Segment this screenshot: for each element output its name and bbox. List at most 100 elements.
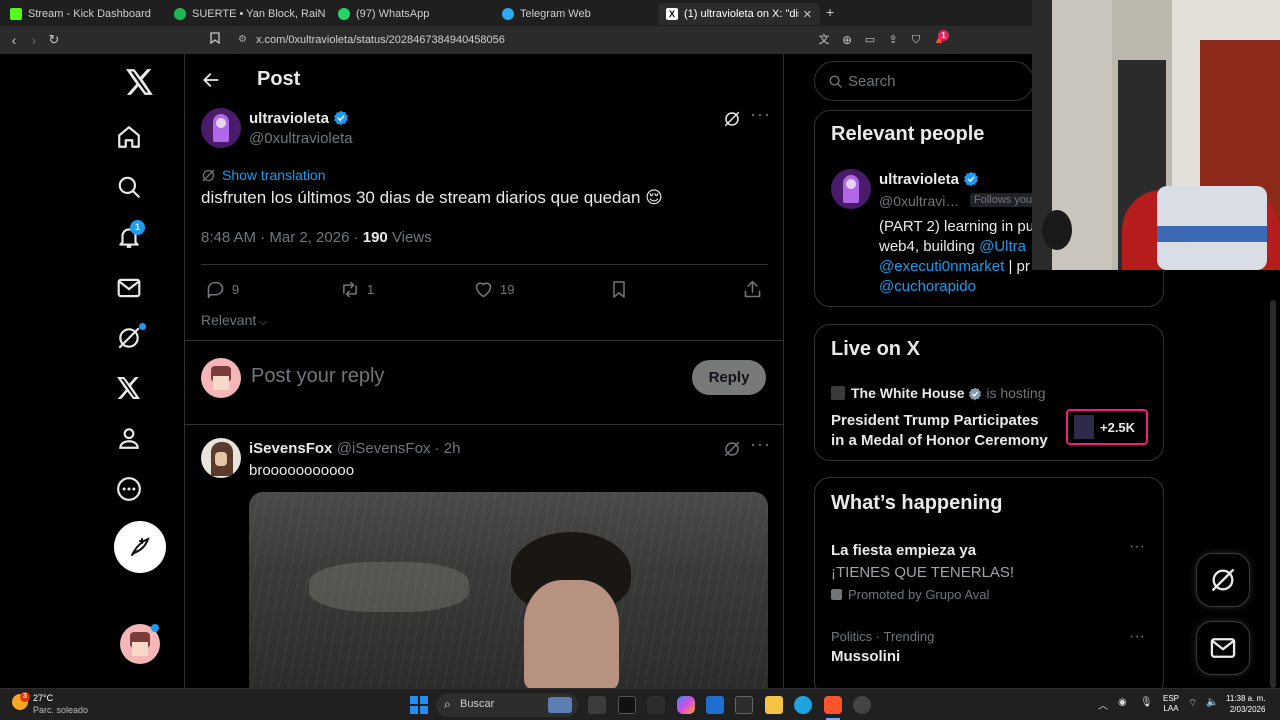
tab-label: (1) ultravioleta on X: "disfruten l… <box>684 8 799 20</box>
close-tab-icon[interactable]: ✕ <box>803 8 812 21</box>
forward-arrow-icon[interactable]: › <box>25 26 43 54</box>
reply-author-name[interactable]: iSevensFox <box>249 440 332 457</box>
taskbar-search[interactable]: ⌕ Buscar <box>436 693 578 717</box>
scrollbar[interactable] <box>1270 300 1276 688</box>
author-handle[interactable]: @0xultravioleta <box>249 130 353 147</box>
reply-author-avatar[interactable] <box>201 438 241 478</box>
trend1-title[interactable]: La fiesta empieza ya <box>831 542 976 559</box>
bio-mention[interactable]: @executi0nmarket <box>879 258 1004 275</box>
grok-floating-button[interactable] <box>1196 553 1250 607</box>
store-icon[interactable] <box>706 696 724 714</box>
compose-post-button[interactable] <box>114 521 166 573</box>
new-tab-button[interactable]: + <box>826 4 834 20</box>
show-translation-link[interactable]: Show translation <box>201 167 326 183</box>
bookmark-icon[interactable] <box>206 26 224 54</box>
reply-input[interactable]: Post your reply <box>251 365 384 388</box>
trend1-subtitle[interactable]: ¡TIENES QUE TENERLAS! <box>831 564 1014 581</box>
more-options-icon[interactable]: ··· <box>750 104 771 125</box>
obs-icon[interactable] <box>853 696 871 714</box>
tab-kick[interactable]: Stream - Kick Dashboard <box>2 3 162 25</box>
reply-media-image[interactable] <box>249 492 768 688</box>
messages-icon[interactable] <box>112 271 146 305</box>
reply-more-icon[interactable]: ··· <box>750 434 771 455</box>
task-view-icon[interactable] <box>588 696 606 714</box>
tab-spotify[interactable]: SUERTE • Yan Block, RaiNao, Slow <box>166 3 326 25</box>
author-avatar[interactable] <box>201 108 241 148</box>
reply-action[interactable]: 9 <box>205 279 239 300</box>
tray-chevron-icon[interactable]: ︿ <box>1098 697 1108 712</box>
search-input[interactable]: Search <box>848 73 896 90</box>
author-name-row[interactable]: ultravioleta <box>249 110 349 128</box>
zoom-icon[interactable]: ⊕ <box>838 26 856 54</box>
wifi-icon[interactable]: ⌔ <box>1188 697 1197 710</box>
x-logo-icon[interactable] <box>122 64 158 100</box>
share-icon[interactable]: ⇪ <box>884 26 902 54</box>
search-box[interactable]: Search <box>814 61 1034 101</box>
relevant-people-title: Relevant people <box>831 123 985 145</box>
cast-icon[interactable]: ▭ <box>861 26 879 54</box>
reply-button[interactable]: Reply <box>692 360 766 395</box>
weather-badge: 3 <box>20 692 30 702</box>
snip-icon[interactable] <box>647 696 665 714</box>
windows-start-icon[interactable] <box>410 696 428 714</box>
premium-x-icon[interactable] <box>112 371 146 405</box>
live-host-name[interactable]: The White House <box>851 385 965 401</box>
grok-post-icon[interactable] <box>723 110 741 133</box>
bio-line: (PART 2) learning in pu <box>879 218 1035 235</box>
site-info-icon[interactable]: ⚙ <box>238 30 247 50</box>
tab-label: (97) WhatsApp <box>356 8 430 20</box>
listener-avatar <box>1074 415 1094 439</box>
post-time[interactable]: 8:48 AM · Mar 2, 2026 · <box>201 229 363 246</box>
app-icon[interactable] <box>618 696 636 714</box>
search-icon[interactable] <box>112 170 146 204</box>
language-indicator[interactable]: ESP LAA <box>1163 694 1179 714</box>
tab-x-active[interactable]: X (1) ultravioleta on X: "disfruten l… ✕ <box>658 3 820 25</box>
profile-icon[interactable] <box>112 421 146 455</box>
bio-mention[interactable]: @cuchorapido <box>879 277 1039 297</box>
trend2-more-icon[interactable]: ··· <box>1129 628 1145 646</box>
clock[interactable]: 11:38 a. m. 2/03/2026 <box>1226 693 1265 715</box>
copilot-icon[interactable] <box>677 696 695 714</box>
repost-action[interactable]: 1 <box>339 279 374 300</box>
home-icon[interactable] <box>112 120 146 154</box>
live-listeners-badge[interactable]: +2.5K <box>1066 409 1148 445</box>
white-house-avatar <box>831 386 845 400</box>
reload-icon[interactable]: ↻ <box>45 26 63 54</box>
reply-icon <box>207 281 224 299</box>
person-name-row[interactable]: ultravioleta <box>879 171 979 189</box>
live-title: Live on X <box>831 338 920 360</box>
microphone-icon[interactable]: 🎙 <box>1140 697 1153 708</box>
share-action[interactable] <box>742 279 769 300</box>
weather-temp[interactable]: 27°C <box>33 693 53 703</box>
tab-whatsapp[interactable]: (97) WhatsApp <box>330 3 490 25</box>
reply-time[interactable]: · 2h <box>430 440 461 457</box>
trend2-title[interactable]: Mussolini <box>831 648 900 665</box>
author-name[interactable]: ultravioleta <box>249 110 329 127</box>
spotify-icon <box>174 8 186 20</box>
tab-telegram[interactable]: Telegram Web <box>494 3 654 25</box>
edge-icon[interactable] <box>794 696 812 714</box>
back-arrow-icon[interactable]: ‹ <box>5 26 23 54</box>
messages-floating-button[interactable] <box>1196 621 1250 675</box>
views-label: Views <box>387 229 432 246</box>
person-avatar[interactable] <box>831 169 871 209</box>
live-event-title[interactable]: President Trump Participates in a Medal … <box>831 411 1048 451</box>
like-action[interactable]: 19 <box>473 279 514 300</box>
folder-icon[interactable] <box>765 696 783 714</box>
brave-shield-icon[interactable]: ⛉ <box>907 26 925 54</box>
bookmark-action[interactable] <box>609 279 635 300</box>
more-circle-icon[interactable] <box>112 472 146 506</box>
terminal-icon[interactable] <box>735 696 753 714</box>
reply-author-handle[interactable]: @iSevensFox <box>337 440 431 457</box>
live-on-x-card[interactable]: Live on X The White House is hosting Pre… <box>814 324 1164 461</box>
grok-reply-icon[interactable] <box>723 440 741 463</box>
tray-app-icon[interactable]: ◉ <box>1118 697 1127 708</box>
trend1-more-icon[interactable]: ··· <box>1129 538 1145 556</box>
sort-dropdown[interactable]: Relevant ⌵ <box>201 312 267 328</box>
translate-icon[interactable]: 文 <box>815 26 833 54</box>
back-arrow-icon[interactable] <box>201 70 221 95</box>
volume-icon[interactable]: 🔈 <box>1206 697 1218 708</box>
person-handle[interactable]: @0xultravi… <box>879 193 959 209</box>
bio-mention[interactable]: @Ultra <box>979 238 1026 255</box>
brave-icon[interactable] <box>824 696 842 714</box>
